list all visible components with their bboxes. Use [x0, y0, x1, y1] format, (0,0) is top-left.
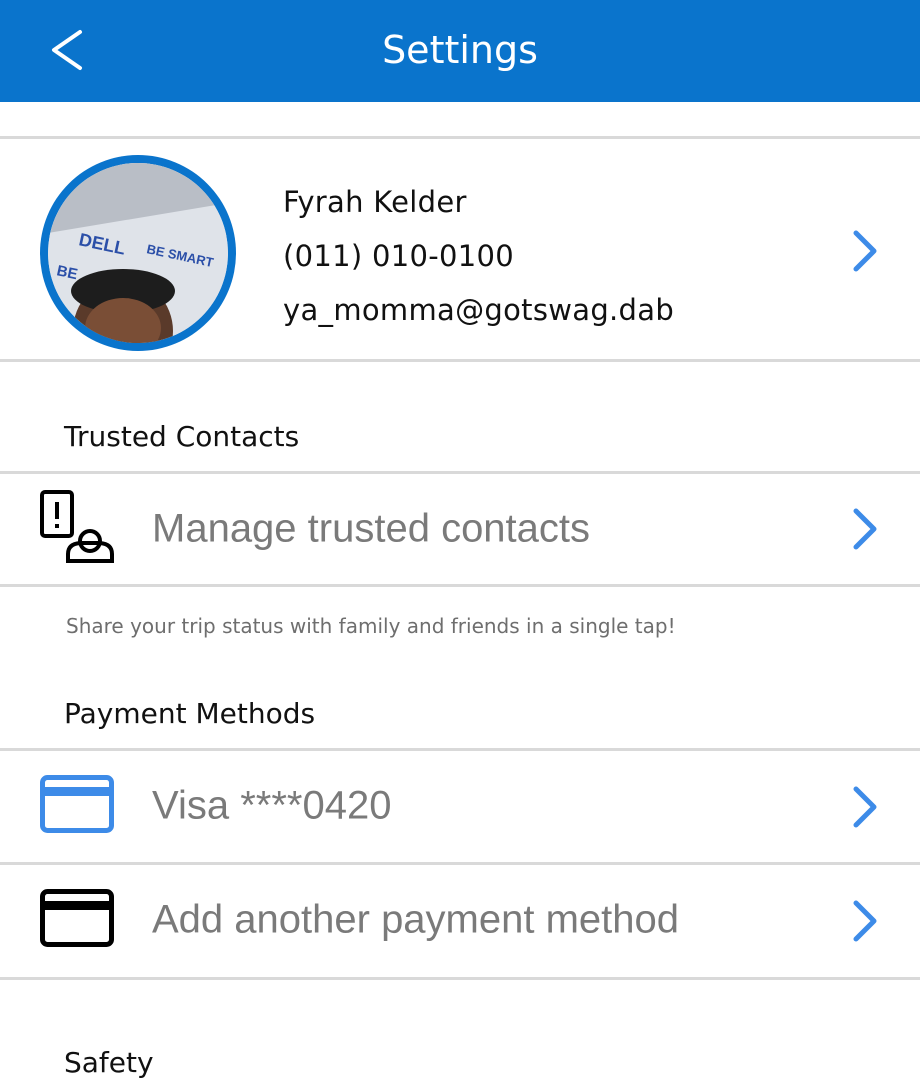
- manage-trusted-contacts-row[interactable]: Manage trusted contacts: [0, 475, 920, 583]
- credit-card-icon: [40, 889, 114, 947]
- phone-alert-contact-icon: [40, 490, 114, 563]
- profile-name: Fyrah Kelder: [283, 185, 467, 219]
- chevron-right-icon: [853, 900, 877, 942]
- section-label-trusted-contacts: Trusted Contacts: [64, 420, 300, 453]
- credit-card-icon: [40, 775, 114, 833]
- divider: [0, 471, 920, 474]
- profile-phone: (011) 010-0100: [283, 239, 515, 273]
- payment-method-label: Visa ****0420: [152, 783, 392, 828]
- section-label-payment-methods: Payment Methods: [64, 697, 316, 730]
- app-header: Settings: [0, 0, 920, 102]
- add-payment-method-row[interactable]: Add another payment method: [0, 866, 920, 974]
- chevron-right-icon: [853, 786, 877, 828]
- divider: [0, 748, 920, 751]
- page-title: Settings: [382, 28, 538, 72]
- divider: [0, 862, 920, 865]
- divider: [0, 359, 920, 362]
- chevron-right-icon: [853, 230, 877, 272]
- trusted-contacts-hint: Share your trip status with family and f…: [66, 614, 676, 638]
- manage-trusted-contacts-label: Manage trusted contacts: [152, 506, 591, 551]
- divider: [0, 584, 920, 587]
- payment-method-row-visa[interactable]: Visa ****0420: [0, 752, 920, 860]
- profile-row[interactable]: DELL BE SMART BE Fyrah Kelder (011) 010-…: [0, 139, 920, 360]
- add-payment-method-label: Add another payment method: [152, 897, 680, 942]
- avatar-photo: DELL BE SMART BE: [48, 163, 228, 343]
- profile-details: Fyrah Kelder (011) 010-0100 ya_momma@got…: [283, 175, 674, 337]
- profile-email: ya_momma@gotswag.dab: [283, 293, 675, 327]
- divider: [0, 977, 920, 980]
- avatar: DELL BE SMART BE: [40, 155, 236, 351]
- chevron-right-icon: [853, 508, 877, 550]
- section-label-safety: Safety: [64, 1046, 154, 1079]
